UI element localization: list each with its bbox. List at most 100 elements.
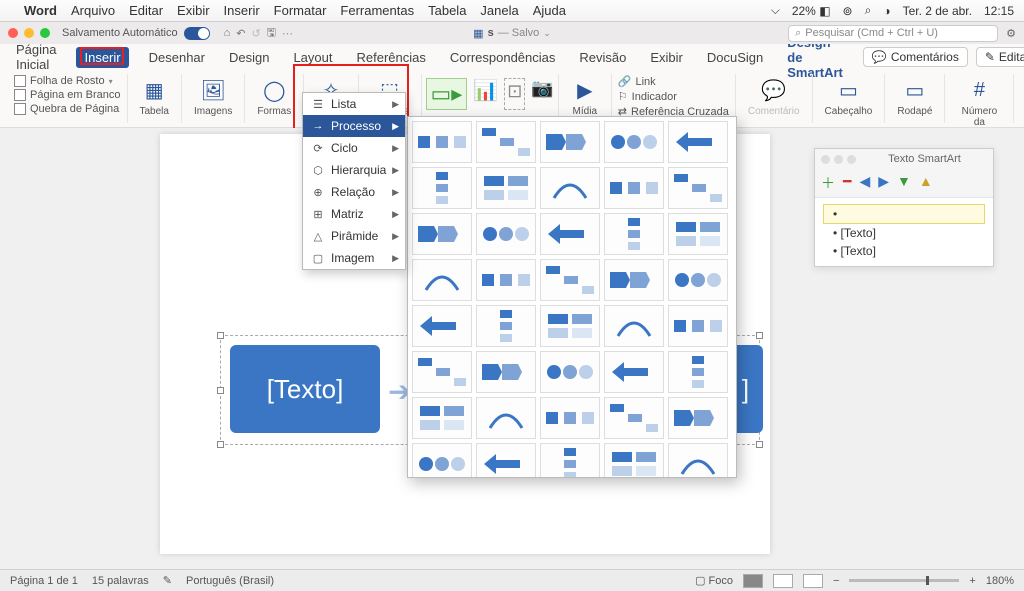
tab-exibir[interactable]: Exibir: [646, 48, 687, 67]
tab-correspondencias[interactable]: Correspondências: [446, 48, 560, 67]
zoom-value[interactable]: 180%: [986, 575, 1014, 587]
smartart-gallery-item[interactable]: [476, 305, 536, 347]
formas-button[interactable]: ◯Formas: [251, 74, 297, 119]
smartart-gallery-item[interactable]: [668, 213, 728, 255]
smartart-gallery-item[interactable]: [668, 259, 728, 301]
save-icon[interactable]: 🖫: [267, 24, 276, 43]
screenshot-button[interactable]: ⊡: [504, 78, 525, 110]
home-icon[interactable]: ⌂: [224, 27, 231, 39]
menu-ajuda[interactable]: Ajuda: [533, 3, 566, 18]
panel-down-icon[interactable]: ▼: [897, 173, 911, 193]
spellcheck-icon[interactable]: ✎: [163, 574, 172, 587]
smartart-gallery-item[interactable]: [412, 397, 472, 439]
search-field[interactable]: ⌕ Pesquisar (Cmd + Ctrl + U): [788, 25, 998, 42]
language-indicator[interactable]: Português (Brasil): [186, 575, 274, 587]
smartart-gallery-item[interactable]: [412, 443, 472, 478]
tab-revisao[interactable]: Revisão: [575, 48, 630, 67]
folha-rosto-button[interactable]: Folha de Rosto ▾: [14, 74, 113, 88]
smartart-cat-piramide[interactable]: △Pirâmide▶: [303, 225, 405, 247]
smartart-gallery-item[interactable]: [412, 259, 472, 301]
smartart-gallery-item[interactable]: [668, 167, 728, 209]
panel-max[interactable]: [847, 155, 856, 164]
menu-arquivo[interactable]: Arquivo: [71, 3, 115, 18]
camera-button[interactable]: 📷: [531, 78, 553, 110]
smartart-cat-relacao[interactable]: ⊕Relação▶: [303, 181, 405, 203]
wifi-icon[interactable]: ⊚: [843, 4, 853, 18]
menu-tabela[interactable]: Tabela: [428, 3, 466, 18]
smartart-gallery-item[interactable]: [540, 351, 600, 393]
zoom-out[interactable]: −: [833, 575, 839, 587]
smartart-gallery-item[interactable]: [412, 305, 472, 347]
smartart-cat-hierarquia[interactable]: ⬡Hierarquia▶: [303, 159, 405, 181]
smartart-gallery-item[interactable]: [476, 167, 536, 209]
tab-docusign[interactable]: DocuSign: [703, 48, 767, 67]
doc-name[interactable]: s: [488, 27, 494, 39]
tab-inserir[interactable]: Inserir: [76, 47, 128, 68]
autosave-toggle[interactable]: [184, 27, 210, 40]
rodape-button[interactable]: ▭Rodapé: [891, 74, 938, 119]
view-web-layout[interactable]: [773, 574, 793, 588]
menu-inserir[interactable]: Inserir: [224, 3, 260, 18]
focus-mode[interactable]: ▢ Foco: [695, 574, 733, 587]
smartart-gallery-item[interactable]: [604, 351, 664, 393]
menubar-time[interactable]: 12:15: [984, 4, 1014, 18]
app-name[interactable]: Word: [24, 3, 57, 18]
smartart-gallery-item[interactable]: [668, 397, 728, 439]
panel-up-icon[interactable]: ▲: [919, 173, 933, 193]
tab-desenhar[interactable]: Desenhar: [145, 48, 209, 67]
imagens-button[interactable]: 🖼Imagens: [188, 74, 238, 119]
menu-ferramentas[interactable]: Ferramentas: [340, 3, 414, 18]
settings-icon[interactable]: ⚙︎: [1006, 27, 1016, 40]
smartart-gallery-item[interactable]: [412, 167, 472, 209]
smartart-gallery-item[interactable]: [540, 305, 600, 347]
smartart-gallery-item[interactable]: [668, 351, 728, 393]
doc-dropdown-icon[interactable]: ⌄: [543, 28, 551, 39]
menu-exibir[interactable]: Exibir: [177, 3, 210, 18]
smartart-gallery-item[interactable]: [668, 305, 728, 347]
smartart-button[interactable]: ▭▸: [426, 78, 468, 110]
editing-button[interactable]: ✎ Editando ⌄: [976, 47, 1024, 67]
panel-close[interactable]: [821, 155, 830, 164]
smartart-cat-imagem[interactable]: ▢Imagem▶: [303, 247, 405, 269]
smartart-gallery-item[interactable]: [540, 443, 600, 478]
tab-referencias[interactable]: Referências: [353, 48, 430, 67]
view-print-layout[interactable]: [743, 574, 763, 588]
smartart-text-box-1[interactable]: [Texto]: [230, 345, 380, 433]
smartart-gallery-item[interactable]: [604, 397, 664, 439]
comments-button[interactable]: 💬 Comentários: [863, 47, 968, 67]
smartart-gallery-item[interactable]: [540, 167, 600, 209]
maximize-window[interactable]: [40, 28, 50, 38]
smartart-gallery-item[interactable]: [412, 351, 472, 393]
smartart-gallery-item[interactable]: [540, 397, 600, 439]
word-count[interactable]: 15 palavras: [92, 575, 149, 587]
midia-button[interactable]: ▶Mídia: [565, 74, 605, 119]
panel-remove-icon[interactable]: ━: [843, 173, 851, 193]
smartart-gallery-item[interactable]: [540, 213, 600, 255]
smartart-gallery-item[interactable]: [668, 443, 728, 478]
tab-pagina-inicial[interactable]: Página Inicial: [12, 40, 60, 74]
smartart-gallery-item[interactable]: [412, 121, 472, 163]
menu-janela[interactable]: Janela: [480, 3, 518, 18]
smartart-gallery-item[interactable]: [604, 259, 664, 301]
smartart-cat-matriz[interactable]: ⊞Matriz▶: [303, 203, 405, 225]
cabecalho-button[interactable]: ▭Cabeçalho: [819, 74, 879, 119]
chart-button[interactable]: 📊: [473, 78, 498, 110]
view-outline[interactable]: [803, 574, 823, 588]
menu-formatar[interactable]: Formatar: [274, 3, 327, 18]
smartart-gallery-item[interactable]: [604, 121, 664, 163]
tabela-button[interactable]: ▦Tabela: [134, 74, 175, 119]
close-window[interactable]: [8, 28, 18, 38]
smartart-gallery-item[interactable]: [476, 121, 536, 163]
pagina-branco-button[interactable]: Página em Branco: [14, 88, 121, 102]
smartart-cat-ciclo[interactable]: ⟳Ciclo▶: [303, 137, 405, 159]
link-button[interactable]: 🔗 Link: [618, 74, 656, 89]
smartart-gallery-item[interactable]: [540, 259, 600, 301]
panel-min[interactable]: [834, 155, 843, 164]
indicador-button[interactable]: ⚐ Indicador: [618, 89, 677, 104]
quebra-pagina-button[interactable]: Quebra de Página: [14, 102, 119, 116]
menu-editar[interactable]: Editar: [129, 3, 163, 18]
smartart-gallery-item[interactable]: [604, 167, 664, 209]
panel-bullet-3[interactable]: • [Texto]: [823, 242, 985, 260]
smartart-gallery-item[interactable]: [476, 213, 536, 255]
undo-icon[interactable]: ↶: [236, 27, 245, 40]
